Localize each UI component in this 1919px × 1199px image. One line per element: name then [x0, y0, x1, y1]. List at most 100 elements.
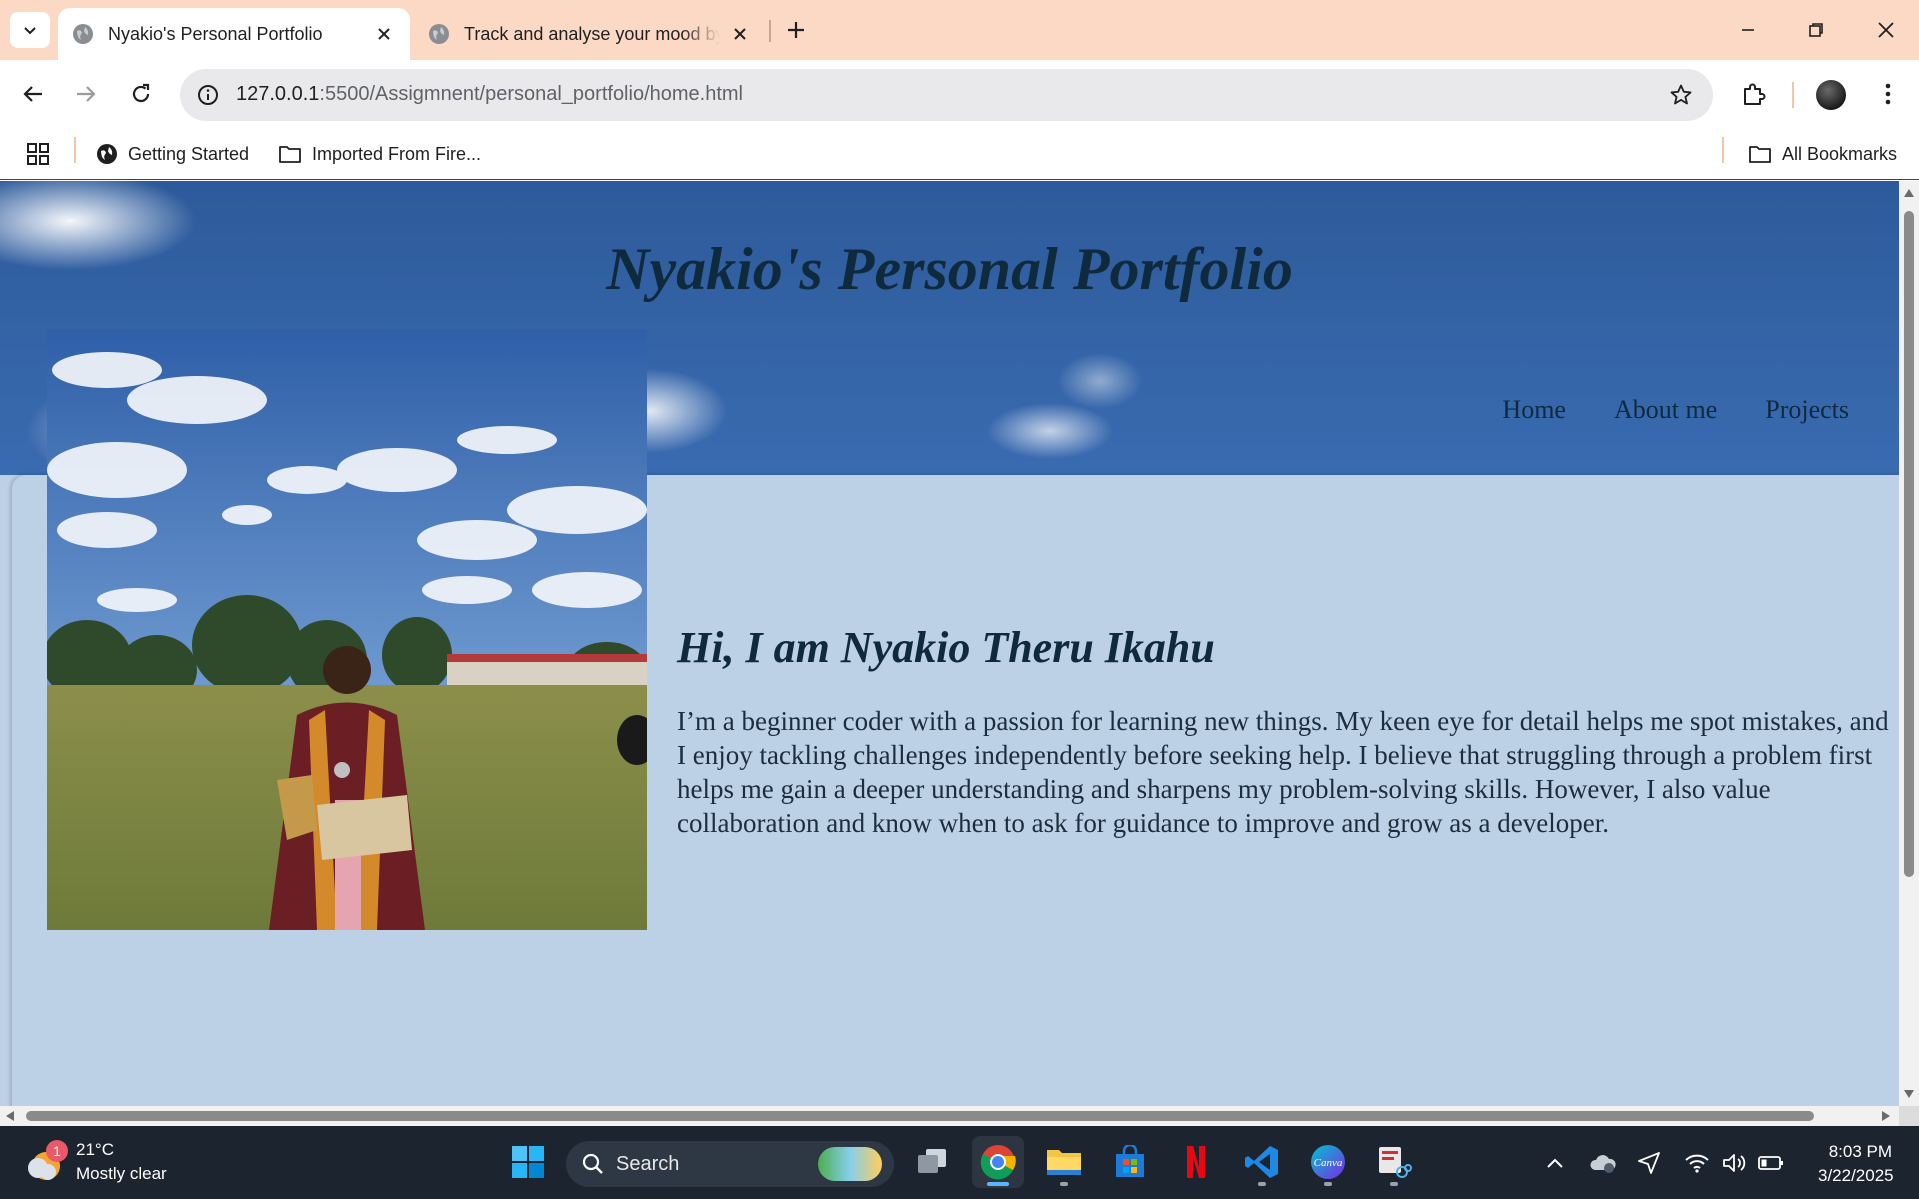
reload-button[interactable] [121, 74, 161, 114]
search-highlight-image [818, 1147, 882, 1181]
taskbar-chrome[interactable] [972, 1136, 1024, 1188]
search-icon [582, 1153, 603, 1174]
browser-toolbar: 127.0.0.1:5500/Assigmnent/personal_portf… [0, 60, 1919, 130]
vscode-icon [1245, 1146, 1278, 1178]
search-placeholder: Search [616, 1152, 680, 1175]
taskbar-file-explorer[interactable] [1038, 1136, 1090, 1188]
tab-mood-tracker[interactable]: Track and analyse your mood by [414, 8, 766, 60]
main-nav: Home About me Projects [1502, 395, 1849, 425]
taskbar-search[interactable]: Search [566, 1141, 894, 1187]
chevron-up-icon [1547, 1158, 1563, 1168]
chevron-down-icon [24, 27, 36, 35]
profile-photo [47, 330, 647, 930]
chrome-icon [980, 1145, 1016, 1180]
taskbar-snipping-tool[interactable] [1368, 1136, 1420, 1188]
scroll-up-arrow-icon[interactable] [1903, 187, 1915, 199]
battery-icon[interactable] [1756, 1148, 1786, 1178]
forward-button[interactable] [66, 74, 106, 114]
toolbar-separator [1792, 82, 1794, 108]
new-tab-button[interactable] [780, 14, 812, 46]
taskbar-microsoft-store[interactable] [1104, 1136, 1156, 1188]
running-indicator [1258, 1182, 1266, 1186]
scroll-left-arrow-icon[interactable] [4, 1110, 16, 1122]
bookmark-star-icon[interactable] [1667, 81, 1695, 109]
active-indicator [987, 1182, 1009, 1186]
running-indicator [1060, 1182, 1068, 1186]
weather-widget[interactable]: 1 21°C Mostly clear [24, 1138, 167, 1186]
onedrive-icon[interactable] [1588, 1148, 1618, 1178]
bookmark-getting-started[interactable]: Getting Started [96, 138, 249, 170]
weather-temp: 21°C [76, 1140, 114, 1159]
apps-button[interactable] [26, 138, 60, 170]
url-host: 127.0.0.1 [236, 83, 320, 105]
extensions-button[interactable] [1734, 74, 1774, 114]
nav-home-link[interactable]: Home [1502, 395, 1566, 425]
running-indicator [1390, 1182, 1398, 1186]
weather-condition: Mostly clear [76, 1164, 167, 1183]
task-view-icon [918, 1149, 946, 1173]
taskbar-vscode[interactable] [1236, 1136, 1288, 1188]
snipping-tool-icon [1379, 1147, 1412, 1178]
restore-button[interactable] [1794, 10, 1838, 50]
back-button[interactable] [13, 74, 53, 114]
address-bar[interactable]: 127.0.0.1:5500/Assigmnent/personal_portf… [180, 69, 1713, 121]
all-bookmarks-button[interactable]: All Bookmarks [1748, 138, 1897, 170]
nav-about-link[interactable]: About me [1614, 395, 1717, 425]
vertical-scrollbar[interactable] [1899, 181, 1919, 1106]
clock[interactable]: 8:03 PM 3/22/2025 [1818, 1140, 1894, 1188]
close-tab-icon[interactable] [372, 22, 396, 46]
running-indicator [1324, 1182, 1332, 1186]
site-title: Nyakio's Personal Portfolio [606, 236, 1293, 302]
horizontal-scrollbar[interactable] [0, 1106, 1899, 1126]
start-button[interactable] [502, 1136, 554, 1188]
more-vert-icon [1885, 83, 1891, 105]
folder-icon [279, 146, 301, 163]
site-info-icon[interactable] [194, 81, 222, 109]
nav-projects-link[interactable]: Projects [1765, 395, 1849, 425]
clock-time: 8:03 PM [1828, 1142, 1892, 1161]
svg-text:Canva: Canva [1314, 1157, 1343, 1169]
plus-icon [788, 22, 804, 38]
task-view-button[interactable] [906, 1136, 958, 1188]
scroll-thumb[interactable] [26, 1111, 1814, 1121]
tab-portfolio[interactable]: Nyakio's Personal Portfolio [58, 8, 410, 60]
tab-title: Track and analyse your mood by [464, 23, 720, 44]
canva-icon: Canva [1311, 1145, 1345, 1179]
intro-heading: Hi, I am Nyakio Theru Ikahu [677, 623, 1215, 672]
globe-icon [97, 144, 117, 164]
close-window-button[interactable] [1864, 10, 1908, 50]
tab-search-button[interactable] [10, 12, 50, 48]
tab-title: Nyakio's Personal Portfolio [108, 23, 323, 44]
wifi-icon[interactable] [1682, 1148, 1712, 1178]
bookmarks-bar: Getting Started Imported From Fire... Al… [0, 130, 1919, 180]
arrow-right-icon [77, 86, 96, 102]
show-hidden-icons[interactable] [1540, 1148, 1570, 1178]
bookmark-label: Getting Started [128, 143, 250, 164]
restore-icon [1809, 23, 1823, 37]
scrollbar-corner [1899, 1106, 1919, 1126]
minimize-button[interactable] [1726, 10, 1770, 50]
close-tab-icon[interactable] [728, 22, 752, 46]
taskbar-canva[interactable]: Canva [1302, 1136, 1354, 1188]
folder-icon [1749, 146, 1771, 163]
bookmark-separator [1722, 137, 1724, 163]
intro-paragraph: I’m a beginner coder with a passion for … [677, 706, 1889, 838]
scroll-down-arrow-icon[interactable] [1903, 1088, 1915, 1100]
clock-date: 3/22/2025 [1818, 1166, 1894, 1185]
store-icon [1116, 1145, 1144, 1177]
scroll-right-arrow-icon[interactable] [1880, 1110, 1892, 1122]
scroll-thumb[interactable] [1904, 211, 1914, 877]
weather-badge: 1 [46, 1140, 68, 1162]
location-icon[interactable] [1634, 1148, 1664, 1178]
bookmark-imported[interactable]: Imported From Fire... [278, 138, 481, 170]
windows-icon [512, 1146, 544, 1178]
profile-avatar[interactable] [1816, 80, 1846, 110]
menu-button[interactable] [1868, 74, 1908, 114]
windows-taskbar: 1 21°C Mostly clear Search Canva 8:03 PM… [0, 1126, 1919, 1199]
taskbar-netflix[interactable] [1170, 1136, 1222, 1188]
minimize-icon [1742, 29, 1754, 31]
volume-icon[interactable] [1720, 1148, 1750, 1178]
tab-strip: Nyakio's Personal Portfolio Track and an… [0, 0, 1919, 60]
globe-icon [73, 24, 93, 44]
puzzle-icon [1744, 83, 1766, 105]
